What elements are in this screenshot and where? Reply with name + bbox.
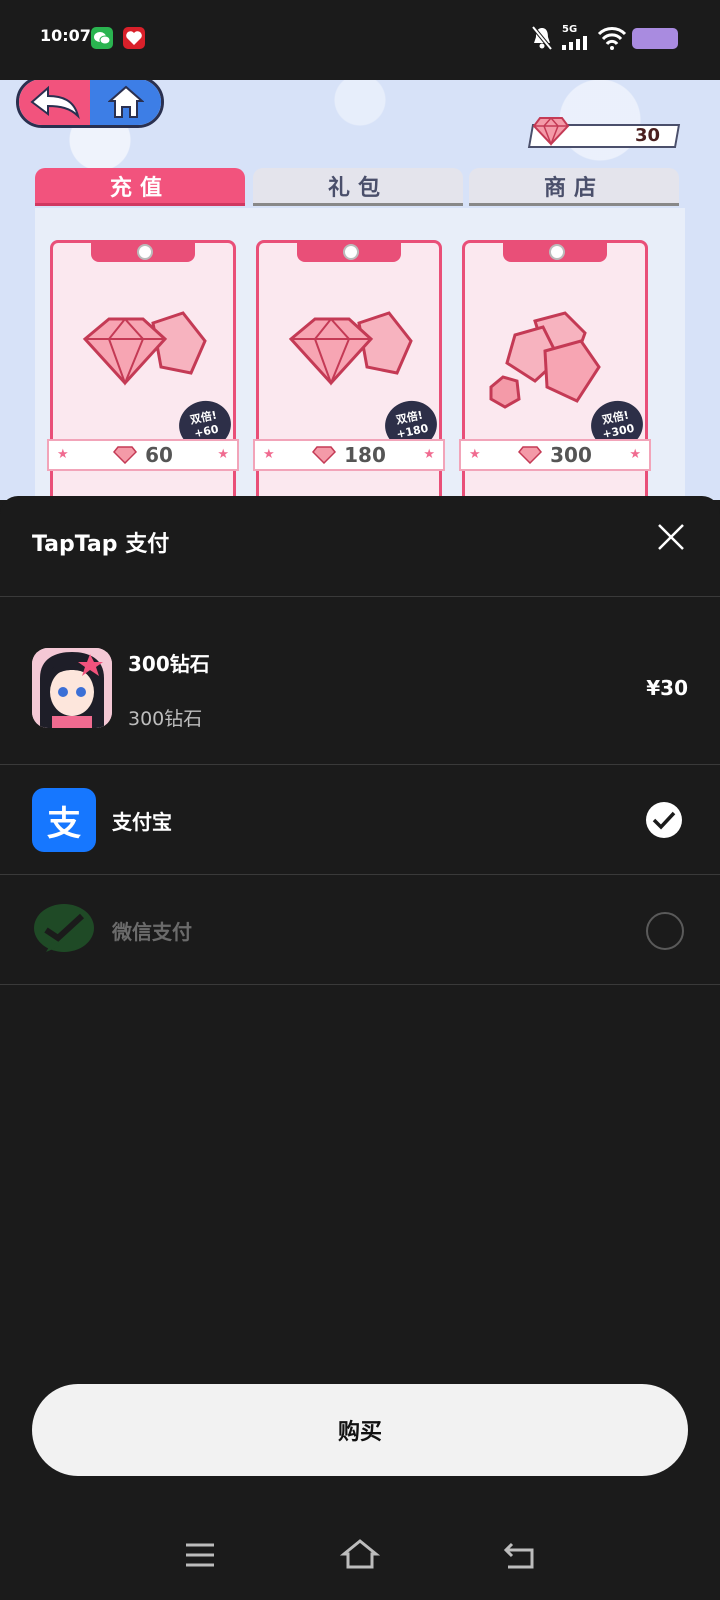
game-shop-view: 30 充值 礼包 商店 双倍! +60 ★ 60 ★ 双倍! +180 ★ 18… <box>0 80 720 500</box>
tab-gift-pack[interactable]: 礼包 <box>253 168 463 206</box>
divider <box>0 596 720 597</box>
payment-option-alipay[interactable]: 支 支付宝 <box>0 764 720 874</box>
card-clip <box>503 240 607 262</box>
divider <box>0 984 720 985</box>
amount-ribbon: ★ 180 ★ <box>253 439 445 471</box>
battery-icon <box>632 28 678 49</box>
payment-sheet: TapTap 支付 300钻石 300钻石 ¥30 支 支付宝 微信支付 购买 <box>0 496 720 1514</box>
product-description: 300钻石 <box>128 708 203 730</box>
gem-icon <box>312 446 337 464</box>
back-icon[interactable] <box>502 1540 536 1570</box>
gift-notification-icon <box>123 27 145 49</box>
card-clip <box>91 240 195 262</box>
gem-amount: 60 <box>145 443 173 467</box>
shop-panel: 双倍! +60 ★ 60 ★ 双倍! +180 ★ 180 ★ 双倍! +300… <box>35 208 685 500</box>
gem-icon <box>113 446 138 464</box>
gems-icon <box>82 311 207 386</box>
game-home-button[interactable] <box>90 80 161 125</box>
star-icon: ★ <box>263 447 275 462</box>
gem-amount: 180 <box>344 443 386 467</box>
gem-balance-value: 30 <box>634 125 660 146</box>
alipay-logo-icon: 支 <box>32 788 96 852</box>
gem-amount: 300 <box>550 443 592 467</box>
product-price: ¥30 <box>646 676 688 700</box>
product-app-icon <box>32 648 112 728</box>
star-icon: ★ <box>469 447 481 462</box>
menu-icon[interactable] <box>184 1542 216 1568</box>
tab-recharge[interactable]: 充值 <box>35 168 245 206</box>
radio-unchecked-icon[interactable] <box>646 912 684 950</box>
home-icon[interactable] <box>340 1538 380 1570</box>
wechat-pay-logo-icon <box>34 904 94 952</box>
status-time: 10:07 <box>40 26 91 45</box>
status-bar: 10:07 5G <box>0 0 720 80</box>
wifi-icon <box>597 27 627 50</box>
star-icon: ★ <box>629 447 641 462</box>
amount-ribbon: ★ 60 ★ <box>47 439 239 471</box>
product-card-60[interactable]: 双倍! +60 ★ 60 ★ <box>47 240 239 500</box>
star-icon: ★ <box>423 447 435 462</box>
product-card-180[interactable]: 双倍! +180 ★ 180 ★ <box>253 240 445 500</box>
gems-icon <box>288 311 413 386</box>
product-card-300[interactable]: 双倍! +300 ★ 300 ★ <box>459 240 651 500</box>
back-arrow-icon <box>29 85 80 120</box>
sheet-title: TapTap 支付 <box>32 532 170 557</box>
product-name: 300钻石 <box>128 652 210 676</box>
amount-ribbon: ★ 300 ★ <box>459 439 651 471</box>
game-nav-pill <box>16 80 164 128</box>
star-icon: ★ <box>57 447 69 462</box>
gems-icon <box>489 311 601 409</box>
close-icon[interactable] <box>656 522 686 552</box>
signal-icon <box>562 36 587 50</box>
network-type-label: 5G <box>562 24 578 35</box>
game-back-button[interactable] <box>19 80 90 125</box>
system-nav-bar <box>0 1514 720 1600</box>
payment-option-label: 微信支付 <box>112 920 192 944</box>
payment-option-wechat[interactable]: 微信支付 <box>0 874 720 984</box>
star-icon: ★ <box>217 447 229 462</box>
mute-icon <box>531 25 553 51</box>
tab-store[interactable]: 商店 <box>469 168 679 206</box>
home-icon <box>107 85 144 118</box>
shop-tabs: 充值 礼包 商店 <box>35 168 685 208</box>
gem-icon <box>518 446 543 464</box>
wechat-notification-icon <box>91 27 113 49</box>
card-clip <box>297 240 401 262</box>
gem-icon <box>532 116 570 146</box>
radio-checked-icon[interactable] <box>646 802 682 838</box>
buy-button[interactable]: 购买 <box>32 1384 688 1476</box>
payment-option-label: 支付宝 <box>112 810 172 834</box>
